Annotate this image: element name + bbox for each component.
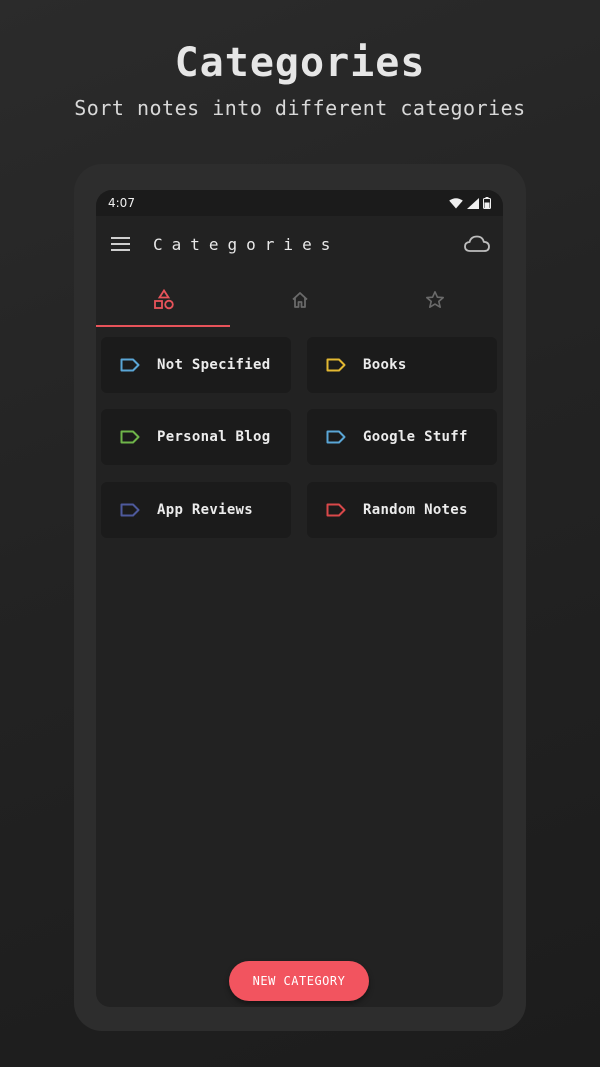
signal-icon xyxy=(467,197,479,209)
category-card[interactable]: Google Stuff xyxy=(307,409,497,465)
shapes-icon xyxy=(153,289,174,310)
home-icon xyxy=(291,292,308,308)
category-label: Personal Blog xyxy=(157,429,271,445)
battery-icon xyxy=(483,197,491,209)
app-title: Categories xyxy=(153,235,340,254)
tab-categories[interactable] xyxy=(96,274,232,326)
tag-shape xyxy=(326,430,346,444)
hamburger-menu-icon[interactable] xyxy=(111,236,131,252)
tag-shape xyxy=(120,430,140,444)
status-bar: 4:07 xyxy=(96,190,503,216)
category-card[interactable]: App Reviews xyxy=(101,482,291,538)
promo-subheadline: Sort notes into different categories xyxy=(74,96,526,120)
new-category-button[interactable]: NEW CATEGORY xyxy=(229,961,369,1001)
category-card[interactable]: Books xyxy=(307,337,497,393)
category-label: App Reviews xyxy=(157,502,254,518)
tab-bar xyxy=(96,274,503,326)
tag-shape xyxy=(326,503,346,517)
tab-indicator xyxy=(96,325,230,327)
category-label: Google Stuff xyxy=(363,429,468,445)
tag-icon xyxy=(326,358,346,372)
category-label: Not Specified xyxy=(157,357,271,373)
category-card[interactable]: Not Specified xyxy=(101,337,291,393)
category-label: Books xyxy=(363,357,407,373)
category-label: Random Notes xyxy=(363,502,468,518)
tag-shape xyxy=(120,503,140,517)
tab-favorites[interactable] xyxy=(367,274,503,326)
app-bar: Categories xyxy=(96,216,503,274)
tag-icon xyxy=(120,503,140,517)
tag-icon xyxy=(120,358,140,372)
status-icons xyxy=(449,197,491,209)
tag-shape xyxy=(326,358,346,372)
cloud-icon[interactable] xyxy=(464,234,490,254)
tag-icon xyxy=(120,430,140,444)
tab-home[interactable] xyxy=(232,274,368,326)
category-card[interactable]: Personal Blog xyxy=(101,409,291,465)
promo-headline: Categories xyxy=(174,40,426,86)
phone-screen: 4:07 Categories Not Specified Books Pers… xyxy=(96,190,503,1007)
tag-shape xyxy=(120,358,140,372)
tag-icon xyxy=(326,430,346,444)
category-card[interactable]: Random Notes xyxy=(307,482,497,538)
status-time: 4:07 xyxy=(108,196,135,210)
wifi-icon xyxy=(449,197,463,208)
tag-icon xyxy=(326,503,346,517)
star-icon xyxy=(426,291,445,308)
